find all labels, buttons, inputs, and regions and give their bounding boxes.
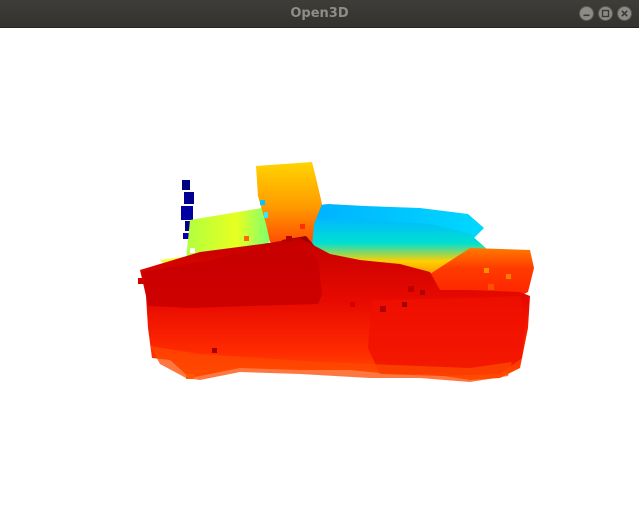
minimize-icon [583, 14, 590, 17]
window-title: Open3D [290, 6, 349, 21]
close-icon [621, 10, 628, 17]
title-bar[interactable]: Open3D [0, 0, 639, 28]
maximize-button[interactable] [598, 6, 613, 21]
3d-render-viewport[interactable] [0, 28, 639, 508]
open3d-window: Open3D [0, 0, 639, 508]
close-button[interactable] [617, 6, 632, 21]
point-cloud-render [138, 162, 534, 382]
minimize-button[interactable] [579, 6, 594, 21]
maximize-icon [601, 9, 610, 18]
